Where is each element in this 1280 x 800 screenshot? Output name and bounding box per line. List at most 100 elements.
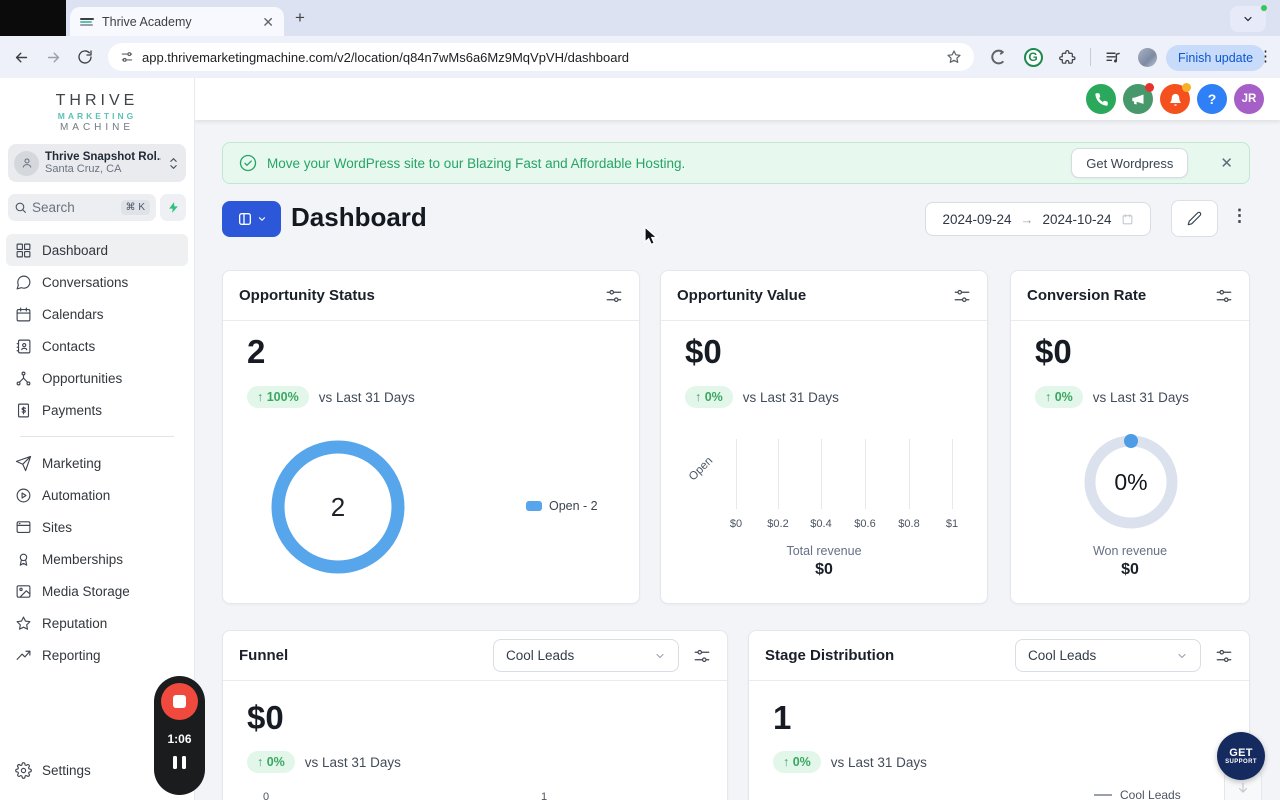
sidebar-item-automation[interactable]: Automation (6, 479, 188, 511)
new-tab-button[interactable]: + (290, 8, 310, 28)
back-button[interactable] (10, 46, 32, 68)
card-header: Stage Distribution Cool Leads (749, 631, 1249, 681)
finish-update-button[interactable]: Finish update (1166, 45, 1266, 71)
user-avatar[interactable]: JR (1234, 84, 1264, 114)
reputation-icon (16, 616, 31, 630)
x-tick: $0.6 (854, 518, 876, 530)
logo-line-3: MACHINE (59, 121, 135, 133)
site-settings-icon[interactable] (120, 50, 134, 64)
page-menu-icon[interactable]: ⋮ (1231, 206, 1248, 226)
filter-sliders-icon[interactable] (605, 287, 623, 305)
sidebar-item-conversations[interactable]: Conversations (6, 266, 188, 298)
tab-close-icon[interactable]: ✕ (262, 15, 274, 29)
gear-icon (15, 761, 32, 779)
search-placeholder: Search (32, 200, 75, 216)
edit-dashboard-button[interactable] (1171, 200, 1218, 237)
sidebar-item-contacts[interactable]: Contacts (6, 330, 188, 362)
date-range-picker[interactable]: 2024-09-24 → 2024-10-24 (925, 202, 1151, 236)
location-name: Thrive Snapshot Rol... (45, 151, 161, 164)
grid-icon (16, 243, 31, 258)
sidebar-item-memberships[interactable]: Memberships (6, 543, 188, 575)
sidebar-item-label: Opportunities (42, 370, 123, 386)
sidebar-item-payments[interactable]: Payments (6, 394, 188, 426)
extensions-puzzle-icon[interactable] (1056, 46, 1078, 68)
sidebar-item-dashboard[interactable]: Dashboard (6, 234, 188, 267)
notifications-button[interactable] (1160, 83, 1191, 114)
sidebar-item-label: Payments (42, 402, 103, 418)
card-title: Funnel (239, 647, 289, 664)
bookmark-star-icon[interactable] (946, 49, 962, 65)
notification-dot (1182, 83, 1191, 92)
media-controls-icon[interactable] (1102, 46, 1124, 68)
vs-label: vs Last 31 Days (742, 389, 839, 405)
sidebar-item-opportunities[interactable]: Opportunities (6, 362, 188, 394)
announcements-button[interactable] (1123, 83, 1154, 114)
metric-value: $0 (685, 333, 722, 370)
sidebar-item-calendars[interactable]: Calendars (6, 298, 188, 330)
sidebar-item-marketing[interactable]: Marketing (6, 447, 188, 479)
filter-sliders-icon[interactable] (1215, 647, 1233, 665)
sidebar-item-sites[interactable]: Sites (6, 511, 188, 543)
recorder-pause-button[interactable] (173, 756, 186, 769)
filter-sliders-icon[interactable] (693, 647, 711, 665)
sidebar-item-media-storage[interactable]: Media Storage (6, 575, 188, 607)
pipeline-select[interactable]: Cool Leads (493, 639, 679, 672)
delta-row: ↑ 0% vs Last 31 Days (1035, 386, 1189, 408)
recorder-stop-button[interactable] (161, 683, 198, 720)
browser-menu-icon[interactable]: ⋮ (1258, 47, 1273, 65)
metric-value: 2 (247, 333, 266, 370)
help-button[interactable]: ? (1197, 84, 1227, 114)
megaphone-icon (1131, 94, 1143, 104)
dashboard-switcher-button[interactable] (222, 201, 281, 237)
sidebar-item-label: Media Storage (42, 583, 130, 599)
browser-avatar[interactable] (1136, 46, 1158, 68)
window-corner (0, 0, 66, 36)
phone-button[interactable] (1086, 84, 1116, 114)
sidebar-item-label: Sites (42, 519, 73, 535)
sidebar-item-label: Contacts (42, 338, 96, 354)
tab-title: Thrive Academy (102, 14, 192, 29)
metric-value: 1 (773, 699, 792, 736)
url-bar[interactable]: app.thrivemarketingmachine.com/v2/locati… (108, 43, 974, 71)
sidebar-item-reputation[interactable]: Reputation (6, 607, 188, 639)
reporting-icon (16, 650, 31, 660)
sidebar-item-label: Reporting (42, 647, 101, 663)
check-circle-icon (239, 154, 257, 172)
browser-tab[interactable]: Thrive Academy ✕ (70, 7, 284, 36)
card-header: Opportunity Value (661, 271, 987, 321)
loom-extension-icon[interactable] (988, 46, 1010, 68)
vs-label: vs Last 31 Days (1092, 389, 1189, 405)
card-title: Opportunity Value (677, 287, 807, 304)
banner-close-icon[interactable]: ✕ (1220, 154, 1233, 172)
payments-icon (17, 403, 30, 418)
reload-button[interactable] (74, 46, 96, 68)
quick-actions-button[interactable] (160, 194, 186, 222)
x-axis-ticks: $0 $0.2 $0.4 $0.6 $0.8 $1 (661, 518, 987, 532)
x-tick: $1 (945, 518, 959, 530)
filter-sliders-icon[interactable] (953, 287, 971, 305)
wordpress-banner: Move your WordPress site to our Blazing … (222, 142, 1250, 184)
sidebar-item-reporting[interactable]: Reporting (6, 639, 188, 671)
sidebar-item-label: Settings (42, 762, 91, 778)
chart-legend-item[interactable]: Open - 2 (526, 499, 598, 513)
x-tick: $0 (729, 518, 743, 530)
sidebar-item-label: Marketing (42, 455, 102, 471)
search-input[interactable]: Search ⌘ K (8, 194, 156, 222)
location-switcher[interactable]: Thrive Snapshot Rol... Santa Cruz, CA (8, 144, 186, 183)
donut-center-label: 2 (330, 491, 346, 522)
filter-sliders-icon[interactable] (1215, 287, 1233, 305)
get-wordpress-button[interactable]: Get Wordpress (1071, 148, 1189, 178)
metric-value: $0 (247, 699, 284, 736)
delta-row: ↑ 100% vs Last 31 Days (247, 386, 415, 408)
grammarly-extension-icon[interactable]: G (1022, 46, 1044, 68)
chart-legend-item[interactable]: Cool Leads (1094, 788, 1181, 800)
notification-dot (1145, 83, 1154, 92)
pipeline-select[interactable]: Cool Leads (1015, 639, 1201, 672)
url-text: app.thrivemarketingmachine.com/v2/locati… (142, 49, 630, 65)
axis-tick: 0 (263, 791, 270, 800)
legend-label: Cool Leads (1120, 788, 1181, 800)
logo-line-1: THRIVE (55, 92, 139, 109)
gauge-chart: 0% (1083, 434, 1179, 530)
forward-button[interactable] (42, 46, 64, 68)
get-support-button[interactable]: GET SUPPORT (1217, 732, 1265, 780)
